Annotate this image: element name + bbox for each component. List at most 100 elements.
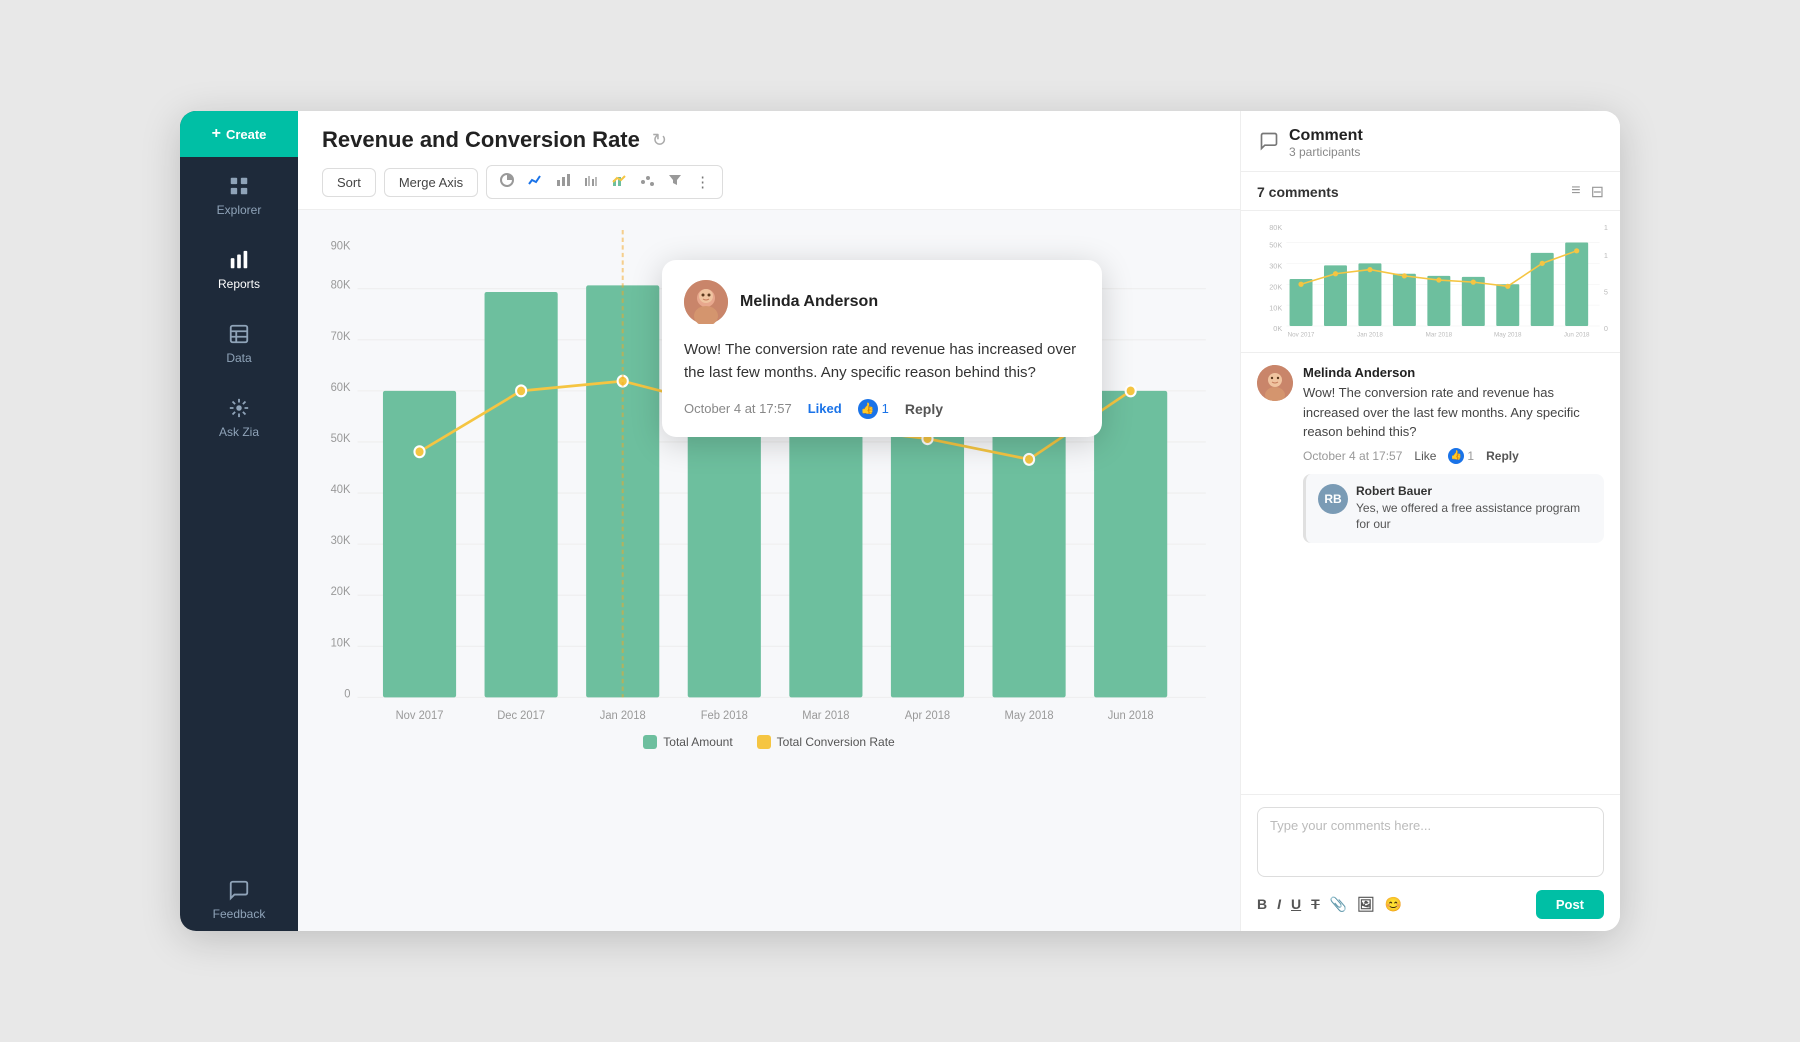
sparkle-icon	[228, 397, 250, 419]
svg-text:60K: 60K	[331, 382, 351, 394]
svg-text:50K: 50K	[331, 433, 351, 445]
comment-like-btn[interactable]: Like	[1414, 449, 1436, 463]
combo-chart-btn[interactable]	[607, 170, 631, 194]
image-btn[interactable]: 🖼	[1357, 896, 1375, 913]
sidebar-item-explorer[interactable]: Explorer	[180, 157, 298, 231]
line-chart-btn[interactable]	[523, 170, 547, 194]
svg-text:Feb 2018: Feb 2018	[701, 710, 748, 722]
svg-text:50K: 50K	[1269, 241, 1282, 250]
svg-text:70K: 70K	[331, 330, 351, 342]
comment-panel: Comment 3 participants 7 comments ≡ ⊟ 0K…	[1240, 111, 1620, 931]
scatter-btn[interactable]	[635, 170, 659, 194]
refresh-icon[interactable]: ↻	[652, 130, 667, 151]
svg-text:Jun 2018: Jun 2018	[1564, 331, 1590, 338]
sidebar-data-label: Data	[226, 351, 251, 365]
comment-textarea[interactable]	[1257, 807, 1604, 877]
comment-item: Melinda Anderson Wow! The conversion rat…	[1257, 365, 1604, 543]
reply-item: RB Robert Bauer Yes, we offered a free a…	[1303, 474, 1604, 544]
svg-text:30K: 30K	[1269, 262, 1282, 271]
svg-text:90K: 90K	[331, 240, 351, 252]
tooltip-reply-btn[interactable]: Reply	[905, 401, 943, 417]
tooltip-text: Wow! The conversion rate and revenue has…	[684, 338, 1080, 385]
grouped-bar-btn[interactable]	[579, 170, 603, 194]
tooltip-footer: October 4 at 17:57 Liked 👍 1 Reply	[684, 399, 1080, 419]
comment-panel-title: Comment	[1289, 127, 1363, 145]
comment-icon	[1259, 131, 1279, 156]
comment-text: Wow! The conversion rate and revenue has…	[1303, 383, 1604, 442]
comment-reply-btn[interactable]: Reply	[1486, 449, 1519, 463]
sidebar-item-ask-zia[interactable]: Ask Zia	[180, 379, 298, 453]
svg-text:Apr 2018: Apr 2018	[905, 710, 950, 722]
legend-color-rate	[757, 735, 771, 749]
list-icon[interactable]: ≡	[1571, 182, 1580, 202]
reply-author: Robert Bauer	[1356, 484, 1592, 498]
comment-author: Melinda Anderson	[1303, 365, 1604, 380]
tooltip-time: October 4 at 17:57	[684, 401, 792, 416]
comment-list: Melinda Anderson Wow! The conversion rat…	[1241, 353, 1620, 794]
sort-button[interactable]: Sort	[322, 168, 376, 197]
format-buttons: B I U T 📎 🖼 😊	[1257, 896, 1402, 913]
reply-avatar-robert: RB	[1318, 484, 1348, 514]
svg-text:Mar 2018: Mar 2018	[802, 710, 849, 722]
more-charts-btn[interactable]: ⋮	[691, 171, 714, 193]
mini-like-icon: 👍	[1448, 448, 1464, 464]
comment-content-melinda: Melinda Anderson Wow! The conversion rat…	[1303, 365, 1604, 543]
page-title: Revenue and Conversion Rate	[322, 127, 640, 153]
mini-chart-svg: 0K 10K 20K 30K 50K 80K 0% 5% 10% 12%	[1253, 219, 1608, 339]
bar-chart-btn[interactable]	[551, 170, 575, 194]
tooltip-like-btn[interactable]: 👍 1	[858, 399, 889, 419]
post-button[interactable]: Post	[1536, 890, 1604, 919]
filter-icon[interactable]: ⊟	[1591, 182, 1604, 202]
sidebar-reports-label: Reports	[218, 277, 260, 291]
sidebar-feedback-label: Feedback	[213, 907, 266, 921]
tooltip-like-count: 1	[882, 401, 889, 416]
legend-color-amount	[643, 735, 657, 749]
create-button[interactable]: + Create	[180, 111, 298, 157]
svg-text:20K: 20K	[331, 586, 351, 598]
comment-count: 7 comments	[1257, 184, 1339, 200]
svg-text:Jan 2018: Jan 2018	[600, 710, 646, 722]
sidebar-item-reports[interactable]: Reports	[180, 231, 298, 305]
comment-format-toolbar: B I U T 📎 🖼 😊 Post	[1257, 890, 1604, 919]
legend-label-amount: Total Amount	[663, 735, 732, 749]
sidebar-item-data[interactable]: Data	[180, 305, 298, 379]
merge-axis-button[interactable]: Merge Axis	[384, 168, 478, 197]
bold-btn[interactable]: B	[1257, 896, 1267, 913]
svg-text:40K: 40K	[331, 484, 351, 496]
toolbar: Sort Merge Axis	[322, 165, 1216, 209]
comment-avatar-melinda	[1257, 365, 1293, 401]
sidebar-item-feedback[interactable]: Feedback	[180, 861, 298, 931]
chat-icon	[228, 879, 250, 901]
legend-label-rate: Total Conversion Rate	[777, 735, 895, 749]
svg-text:Jun 2018: Jun 2018	[1108, 710, 1154, 722]
comment-panel-participants: 3 participants	[1289, 145, 1363, 159]
svg-text:May 2018: May 2018	[1005, 710, 1054, 722]
strikethrough-btn[interactable]: T	[1311, 896, 1320, 913]
comment-count-row: 7 comments ≡ ⊟	[1241, 172, 1620, 211]
tooltip-liked[interactable]: Liked	[808, 401, 842, 416]
svg-text:May 2018: May 2018	[1494, 331, 1522, 338]
table-icon	[228, 323, 250, 345]
pie-chart-btn[interactable]	[495, 170, 519, 194]
attachment-btn[interactable]: 📎	[1330, 896, 1347, 913]
chart-legend: Total Amount Total Conversion Rate	[322, 735, 1216, 757]
funnel-btn[interactable]	[663, 170, 687, 194]
chart-wrapper: 0 10K 20K 30K 40K 50K 60K 70K 80K 90K	[322, 230, 1216, 921]
sidebar-explorer-label: Explorer	[217, 203, 262, 217]
emoji-btn[interactable]: 😊	[1385, 896, 1402, 913]
svg-text:Nov 2017: Nov 2017	[396, 710, 444, 722]
svg-text:80K: 80K	[1269, 223, 1282, 232]
svg-text:5%: 5%	[1604, 288, 1608, 297]
svg-text:20K: 20K	[1269, 282, 1282, 291]
main-content: Revenue and Conversion Rate ↻ Sort Merge…	[298, 111, 1240, 931]
svg-text:10%: 10%	[1604, 251, 1608, 260]
chart-tooltip: Melinda Anderson Wow! The conversion rat…	[662, 260, 1102, 437]
create-label: Create	[226, 127, 266, 142]
comment-like-count-wrap: 👍 1	[1448, 448, 1474, 464]
italic-btn[interactable]: I	[1277, 896, 1281, 913]
tooltip-author: Melinda Anderson	[740, 293, 878, 311]
mini-chart-wrap: 0K 10K 20K 30K 50K 80K 0% 5% 10% 12%	[1241, 211, 1620, 353]
underline-btn[interactable]: U	[1291, 896, 1301, 913]
plus-icon: +	[212, 125, 221, 143]
tooltip-avatar	[684, 280, 728, 324]
